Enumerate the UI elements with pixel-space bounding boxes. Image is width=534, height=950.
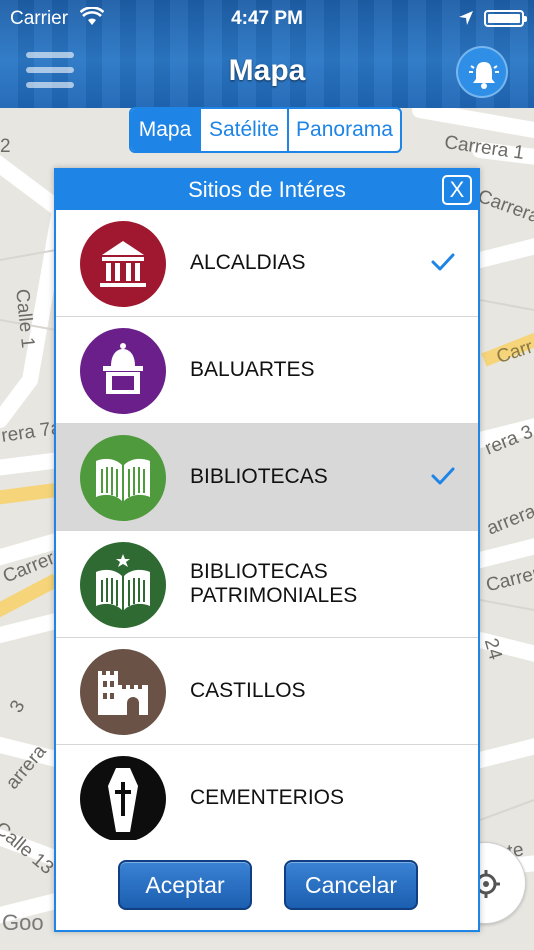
castle-icon (80, 649, 166, 735)
map-label: 2 (0, 136, 11, 157)
dialog-header: Sitios de Intéres X (56, 170, 478, 210)
top-bar: Carrier 4:47 PM Mapa (0, 0, 534, 108)
accept-button[interactable]: Aceptar (118, 860, 252, 910)
list-item-label: BIBLIOTECAS (190, 465, 328, 488)
list-item-label: ALCALDIAS (190, 251, 306, 274)
status-bar: Carrier 4:47 PM (0, 0, 534, 36)
status-time: 4:47 PM (231, 8, 303, 29)
list-item-cementerios[interactable]: CEMENTERIOS (56, 745, 478, 852)
points-of-interest-dialog: Sitios de Intéres X ALCALDIAS BALUARTES … (54, 168, 480, 932)
list-item-alcaldias[interactable]: ALCALDIAS (56, 210, 478, 317)
list-item-label: BIBLIOTECAS PATRIMONIALES (190, 560, 358, 607)
list-item-bibliotecas[interactable]: BIBLIOTECAS (56, 424, 478, 531)
town-hall-icon (80, 221, 166, 307)
bastion-icon (80, 328, 166, 414)
dialog-footer: Aceptar Cancelar (56, 840, 478, 930)
map-type-mapa[interactable]: Mapa (131, 109, 201, 151)
dialog-title: Sitios de Intéres (188, 177, 346, 202)
list-item-baluartes[interactable]: BALUARTES (56, 317, 478, 424)
checkmark-icon (431, 467, 455, 485)
map-type-control: Mapa Satélite Panorama (129, 107, 402, 153)
page-title: Mapa (228, 54, 306, 87)
map-type-panorama[interactable]: Panorama (289, 109, 400, 151)
google-logo: Goo (2, 910, 44, 935)
list-item-bibliotecas-patrimoniales[interactable]: BIBLIOTECAS PATRIMONIALES (56, 531, 478, 638)
book-icon (80, 435, 166, 521)
category-list: ALCALDIAS BALUARTES BIBLIOTECAS BIBLIOTE… (56, 210, 478, 852)
list-item-castillos[interactable]: CASTILLOS (56, 638, 478, 745)
cancel-button[interactable]: Cancelar (284, 860, 418, 910)
checkmark-icon (431, 253, 455, 271)
notifications-button[interactable] (456, 46, 508, 98)
coffin-icon (80, 756, 166, 842)
list-item-label: BALUARTES (190, 358, 315, 381)
battery-icon (484, 10, 527, 27)
map-type-satelite[interactable]: Satélite (201, 109, 289, 151)
list-item-label: CEMENTERIOS (190, 786, 345, 809)
location-arrow-icon (459, 11, 473, 25)
close-button[interactable]: X (442, 175, 472, 205)
bell-icon (469, 62, 499, 89)
list-item-label: CASTILLOS (190, 679, 306, 702)
heritage-book-icon (80, 542, 166, 628)
